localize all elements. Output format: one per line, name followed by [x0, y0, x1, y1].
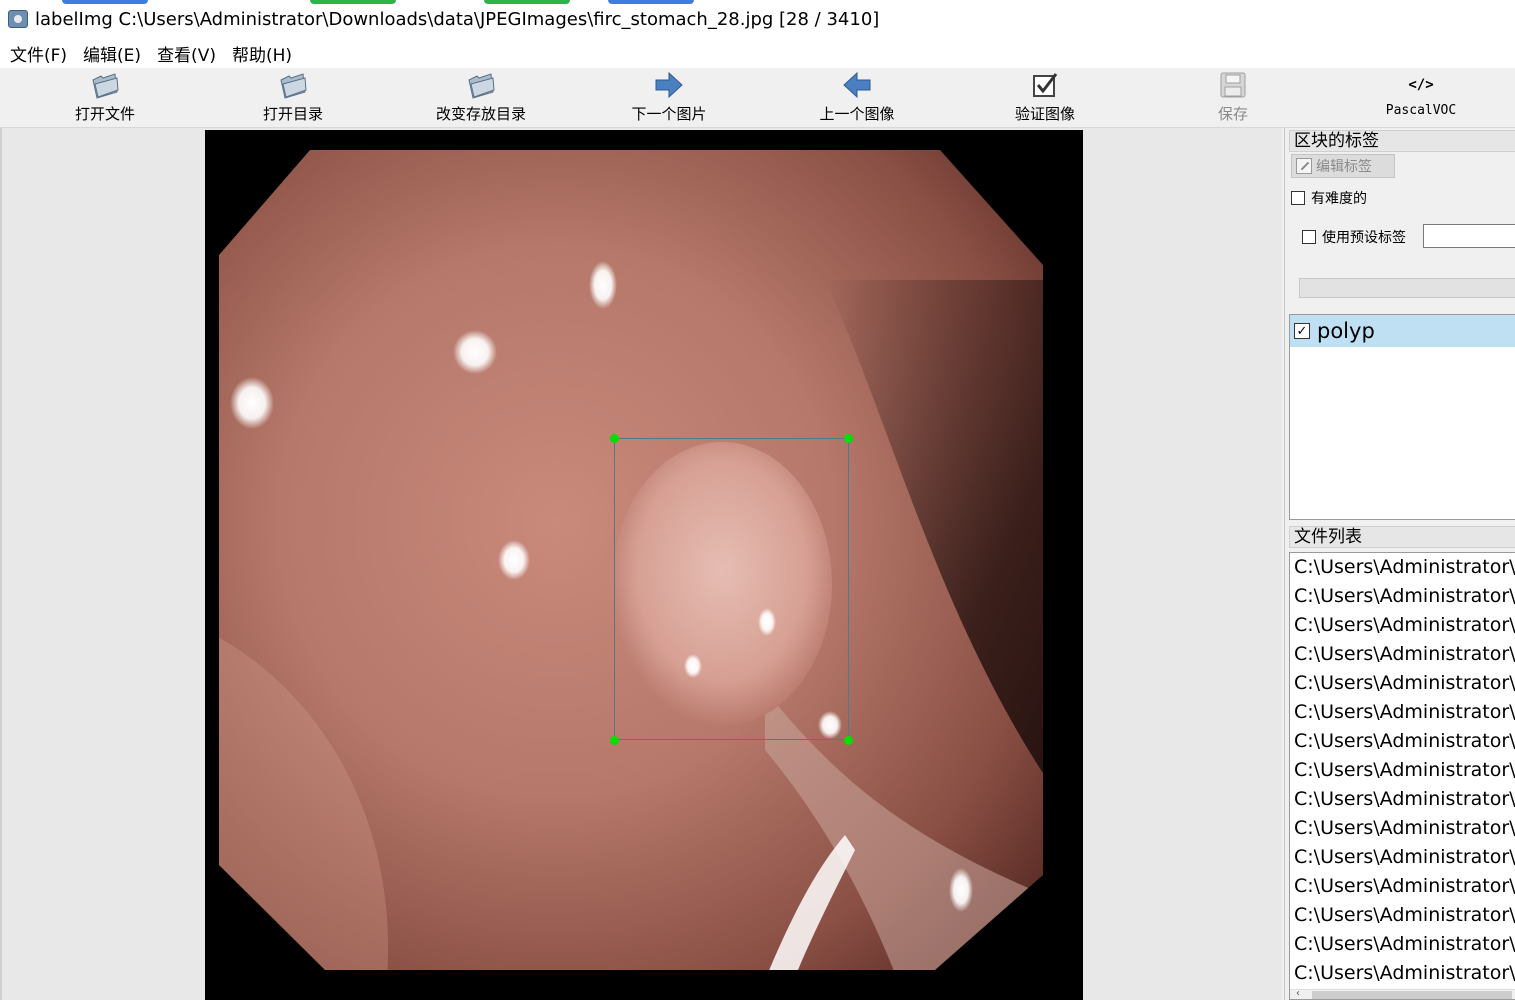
folder-open-icon: [277, 68, 309, 102]
file-list-item[interactable]: C:\Users\Administrator\: [1290, 698, 1515, 727]
file-list-item[interactable]: C:\Users\Administrator\: [1290, 640, 1515, 669]
open-file-label: 打开文件: [74, 105, 135, 123]
image-frame: [205, 130, 1083, 1000]
file-list-title: 文件列表: [1289, 526, 1515, 548]
file-list-item[interactable]: C:\Users\Administrator\: [1290, 814, 1515, 843]
file-list-item[interactable]: C:\Users\Administrator\: [1290, 930, 1515, 959]
label-item-polyp[interactable]: ✓ polyp: [1290, 315, 1515, 347]
change-save-dir-button[interactable]: 改变存放目录: [406, 68, 556, 128]
bbox-handle-top-left[interactable]: [610, 434, 619, 443]
app-icon: [8, 10, 28, 28]
scrollbar-thumb[interactable]: [1312, 991, 1512, 999]
format-label: PascalVOC: [1385, 103, 1457, 118]
verify-image-button[interactable]: 验证图像: [970, 68, 1120, 128]
verify-image-label: 验证图像: [1014, 105, 1075, 123]
menu-file[interactable]: 文件(F): [2, 41, 75, 66]
use-default-label-row[interactable]: 使用预设标签: [1302, 227, 1406, 247]
menu-bar: 文件(F) 编辑(E) 查看(V) 帮助(H): [0, 38, 1515, 68]
floppy-disk-icon: [1220, 68, 1246, 102]
difficult-checkbox[interactable]: [1291, 191, 1305, 205]
bbox-handle-bottom-left[interactable]: [610, 736, 619, 745]
progress-bar: [1299, 278, 1515, 298]
use-default-label-text: 使用预设标签: [1322, 230, 1406, 246]
menu-edit[interactable]: 编辑(E): [75, 41, 149, 66]
default-label-input[interactable]: [1423, 224, 1515, 248]
box-labels-title: 区块的标签: [1289, 130, 1515, 152]
scroll-left-icon[interactable]: ‹: [1296, 988, 1300, 999]
folder-open-icon: [465, 68, 497, 102]
file-list-item[interactable]: C:\Users\Administrator\: [1290, 959, 1515, 988]
canvas-area[interactable]: [0, 128, 1282, 1000]
file-list-item[interactable]: C:\Users\Administrator\: [1290, 669, 1515, 698]
next-image-label: 下一个图片: [631, 105, 707, 123]
file-list-item[interactable]: C:\Users\Administrator\: [1290, 582, 1515, 611]
right-dock: 区块的标签 编辑标签 有难度的 使用预设标签 ✓ polyp 文件列表 C:\U…: [1284, 128, 1515, 1000]
arrow-left-icon: [842, 68, 872, 102]
bounding-box-polyp[interactable]: [614, 438, 849, 740]
menu-view[interactable]: 查看(V): [149, 41, 224, 66]
file-list-item[interactable]: C:\Users\Administrator\: [1290, 872, 1515, 901]
save-button[interactable]: 保存: [1158, 68, 1308, 128]
file-list-item[interactable]: C:\Users\Administrator\: [1290, 727, 1515, 756]
folder-open-icon: [89, 68, 121, 102]
change-save-dir-label: 改变存放目录: [435, 105, 526, 123]
use-default-label-checkbox[interactable]: [1302, 230, 1316, 244]
label-visible-checkbox[interactable]: ✓: [1294, 323, 1310, 339]
open-file-button[interactable]: 打开文件: [30, 68, 180, 128]
difficult-label: 有难度的: [1311, 191, 1367, 207]
save-label: 保存: [1217, 105, 1248, 123]
file-list-item[interactable]: C:\Users\Administrator\: [1290, 611, 1515, 640]
pencil-icon: [1296, 158, 1312, 174]
edit-label-button[interactable]: 编辑标签: [1291, 154, 1395, 178]
title-bar: labelImg C:\Users\Administrator\Download…: [0, 0, 1515, 38]
checkbox-icon: [1032, 68, 1058, 102]
file-list-item[interactable]: C:\Users\Administrator\: [1290, 553, 1515, 582]
edit-label-text: 编辑标签: [1316, 159, 1372, 175]
open-dir-button[interactable]: 打开目录: [218, 68, 368, 128]
bbox-handle-top-right[interactable]: [844, 434, 853, 443]
difficult-checkbox-row[interactable]: 有难度的: [1291, 188, 1367, 208]
next-image-button[interactable]: 下一个图片: [594, 68, 744, 128]
open-dir-label: 打开目录: [262, 105, 323, 123]
file-list-item[interactable]: C:\Users\Administrator\: [1290, 901, 1515, 930]
label-list: ✓ polyp: [1289, 314, 1515, 520]
file-list: C:\Users\Administrator\ C:\Users\Adminis…: [1289, 552, 1515, 1000]
prev-image-label: 上一个图像: [819, 105, 895, 123]
file-list-item[interactable]: C:\Users\Administrator\: [1290, 756, 1515, 785]
prev-image-button[interactable]: 上一个图像: [782, 68, 932, 128]
toolbar: 打开文件 打开目录 改变存放目录 下一个图片 上一个图像 验证图像 保存 </>…: [0, 68, 1515, 128]
format-toggle-button[interactable]: </> PascalVOC: [1346, 68, 1496, 128]
arrow-right-icon: [654, 68, 684, 102]
file-list-item[interactable]: C:\Users\Administrator\: [1290, 843, 1515, 872]
label-item-name: polyp: [1317, 319, 1375, 343]
window-title: labelImg C:\Users\Administrator\Download…: [35, 8, 880, 30]
file-list-item[interactable]: C:\Users\Administrator\: [1290, 785, 1515, 814]
menu-help[interactable]: 帮助(H): [224, 41, 300, 66]
code-icon: </>: [1408, 77, 1434, 93]
bbox-handle-bottom-right[interactable]: [844, 736, 853, 745]
horizontal-scrollbar[interactable]: ‹: [1290, 988, 1515, 999]
